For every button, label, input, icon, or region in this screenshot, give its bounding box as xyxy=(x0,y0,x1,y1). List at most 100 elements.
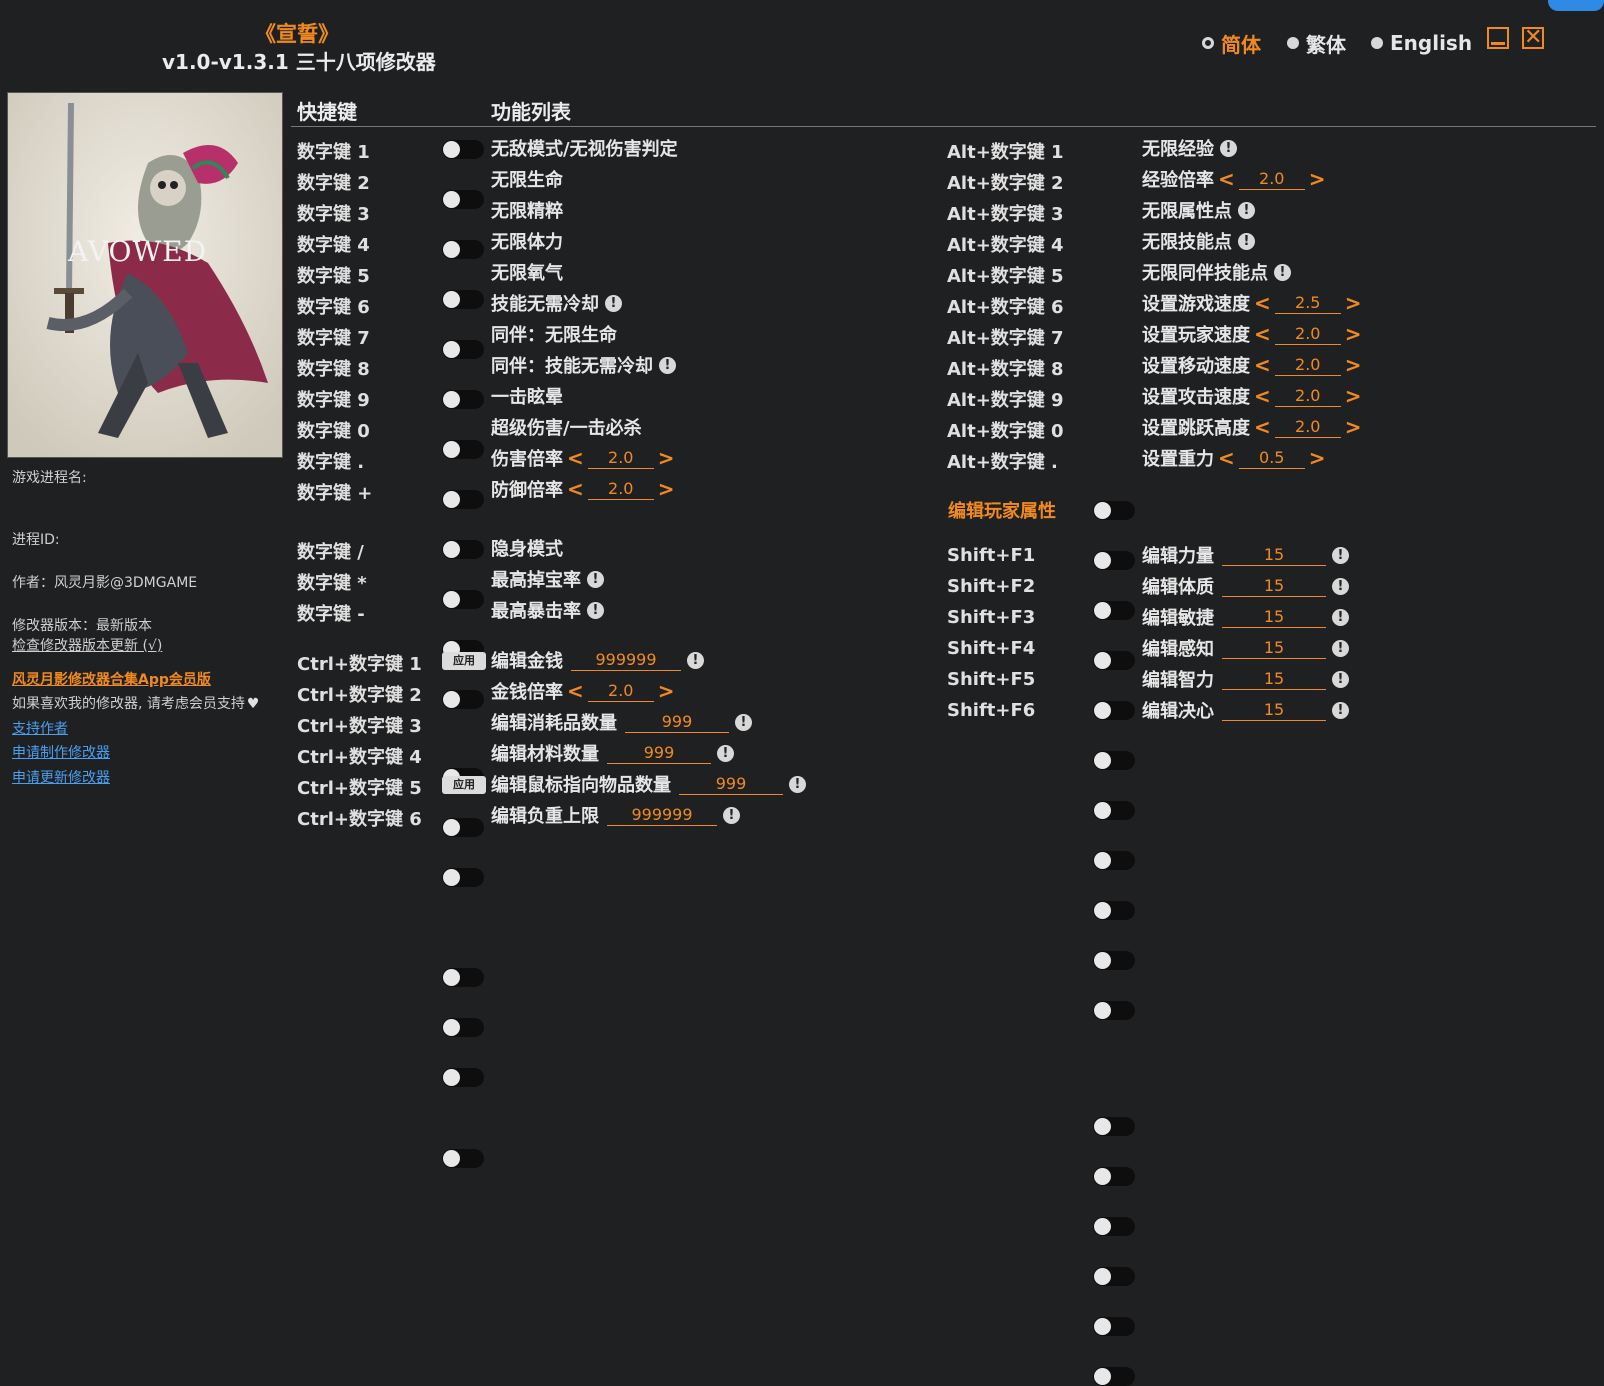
exclamation-info-icon[interactable]: ! xyxy=(735,713,752,731)
feature-toggle[interactable] xyxy=(442,190,484,209)
exclamation-info-icon[interactable]: ! xyxy=(789,775,806,793)
decrease-arrow-icon[interactable]: < xyxy=(567,679,584,703)
close-icon[interactable]: ✕ xyxy=(1522,27,1544,49)
feature-toggle[interactable] xyxy=(442,140,484,159)
stepper-value[interactable]: 2.0 xyxy=(587,448,654,469)
decrease-arrow-icon[interactable]: < xyxy=(1254,322,1271,346)
value-input[interactable]: 999 xyxy=(607,743,711,764)
exclamation-info-icon[interactable]: ! xyxy=(587,601,604,619)
stepper-value[interactable]: 2.0 xyxy=(1274,417,1341,438)
increase-arrow-icon[interactable]: > xyxy=(1345,353,1362,377)
value-input[interactable]: 999999 xyxy=(607,805,717,826)
exclamation-info-icon[interactable]: ! xyxy=(1332,546,1349,564)
request-update-link[interactable]: 申请更新修改器 xyxy=(12,767,110,787)
lang-english-radio[interactable]: English xyxy=(1371,30,1472,56)
feature-toggle[interactable] xyxy=(442,240,484,259)
feature-toggle[interactable] xyxy=(442,390,484,409)
feature-toggle[interactable] xyxy=(1093,851,1135,870)
exclamation-info-icon[interactable]: ! xyxy=(1332,608,1349,626)
decrease-arrow-icon[interactable]: < xyxy=(1218,446,1235,470)
increase-arrow-icon[interactable]: > xyxy=(658,446,675,470)
decrease-arrow-icon[interactable]: < xyxy=(567,477,584,501)
value-input[interactable]: 15 xyxy=(1222,607,1326,628)
feature-toggle[interactable] xyxy=(1093,951,1135,970)
feature-toggle[interactable] xyxy=(1093,751,1135,770)
decrease-arrow-icon[interactable]: < xyxy=(1254,291,1271,315)
stepper-value[interactable]: 2.0 xyxy=(1274,324,1341,345)
exclamation-info-icon[interactable]: ! xyxy=(717,744,734,762)
feature-toggle[interactable] xyxy=(442,540,484,559)
stepper-value[interactable]: 0.5 xyxy=(1238,448,1305,469)
feature-toggle[interactable] xyxy=(1093,1217,1135,1236)
feature-toggle[interactable] xyxy=(1093,901,1135,920)
feature-toggle[interactable] xyxy=(442,868,484,887)
app-member-link[interactable]: 风灵月影修改器合集App会员版 xyxy=(12,669,211,689)
exclamation-info-icon[interactable]: ! xyxy=(723,806,740,824)
stepper-value[interactable]: 2.5 xyxy=(1274,293,1341,314)
check-update-link[interactable]: 检查修改器版本更新 (√) xyxy=(12,635,162,655)
value-input[interactable]: 999 xyxy=(679,774,783,795)
feature-toggle[interactable] xyxy=(1093,1167,1135,1186)
feature-toggle[interactable] xyxy=(1093,1117,1135,1136)
exclamation-info-icon[interactable]: ! xyxy=(605,294,622,312)
decrease-arrow-icon[interactable]: < xyxy=(1218,167,1235,191)
increase-arrow-icon[interactable]: > xyxy=(1309,167,1326,191)
feature-toggle[interactable] xyxy=(442,490,484,509)
feature-toggle[interactable] xyxy=(442,1018,484,1037)
value-input[interactable]: 15 xyxy=(1222,576,1326,597)
stepper-value[interactable]: 2.0 xyxy=(1274,386,1341,407)
increase-arrow-icon[interactable]: > xyxy=(1345,415,1362,439)
feature-toggle[interactable] xyxy=(1093,601,1135,620)
decrease-arrow-icon[interactable]: < xyxy=(567,446,584,470)
value-input[interactable]: 15 xyxy=(1222,669,1326,690)
increase-arrow-icon[interactable]: > xyxy=(1309,446,1326,470)
feature-toggle[interactable] xyxy=(442,340,484,359)
apply-button[interactable]: 应用 xyxy=(442,776,486,794)
increase-arrow-icon[interactable]: > xyxy=(1345,384,1362,408)
lang-traditional-radio[interactable]: 繁体 xyxy=(1287,30,1346,57)
feature-toggle[interactable] xyxy=(442,590,484,609)
exclamation-info-icon[interactable]: ! xyxy=(1332,577,1349,595)
apply-button[interactable]: 应用 xyxy=(442,652,486,670)
increase-arrow-icon[interactable]: > xyxy=(658,679,675,703)
value-input[interactable]: 15 xyxy=(1222,700,1326,721)
feature-toggle[interactable] xyxy=(1093,1267,1135,1286)
stepper-value[interactable]: 2.0 xyxy=(587,479,654,500)
feature-toggle[interactable] xyxy=(442,1149,484,1168)
feature-toggle[interactable] xyxy=(1093,801,1135,820)
request-trainer-link[interactable]: 申请制作修改器 xyxy=(12,742,110,762)
minimize-icon[interactable] xyxy=(1487,27,1509,49)
exclamation-info-icon[interactable]: ! xyxy=(1332,639,1349,657)
exclamation-info-icon[interactable]: ! xyxy=(587,570,604,588)
feature-toggle[interactable] xyxy=(442,818,484,837)
exclamation-info-icon[interactable]: ! xyxy=(1220,139,1237,157)
feature-toggle[interactable] xyxy=(442,440,484,459)
support-author-link[interactable]: 支持作者 xyxy=(12,718,68,738)
exclamation-info-icon[interactable]: ! xyxy=(1332,701,1349,719)
feature-toggle[interactable] xyxy=(1093,1317,1135,1336)
decrease-arrow-icon[interactable]: < xyxy=(1254,415,1271,439)
feature-toggle[interactable] xyxy=(1093,501,1135,520)
feature-toggle[interactable] xyxy=(1093,701,1135,720)
value-input[interactable]: 15 xyxy=(1222,545,1326,566)
exclamation-info-icon[interactable]: ! xyxy=(687,651,704,669)
feature-toggle[interactable] xyxy=(442,290,484,309)
stepper-value[interactable]: 2.0 xyxy=(1238,169,1305,190)
feature-toggle[interactable] xyxy=(1093,1001,1135,1020)
feature-toggle[interactable] xyxy=(442,968,484,987)
decrease-arrow-icon[interactable]: < xyxy=(1254,384,1271,408)
exclamation-info-icon[interactable]: ! xyxy=(1238,201,1255,219)
feature-toggle[interactable] xyxy=(1093,551,1135,570)
lang-simplified-radio[interactable]: 简体 xyxy=(1202,30,1261,57)
exclamation-info-icon[interactable]: ! xyxy=(1238,232,1255,250)
exclamation-info-icon[interactable]: ! xyxy=(1274,263,1291,281)
value-input[interactable]: 999999 xyxy=(571,650,681,671)
increase-arrow-icon[interactable]: > xyxy=(1345,291,1362,315)
stepper-value[interactable]: 2.0 xyxy=(1274,355,1341,376)
feature-toggle[interactable] xyxy=(442,690,484,709)
feature-toggle[interactable] xyxy=(1093,1367,1135,1386)
feature-toggle[interactable] xyxy=(1093,651,1135,670)
increase-arrow-icon[interactable]: > xyxy=(1345,322,1362,346)
exclamation-info-icon[interactable]: ! xyxy=(1332,670,1349,688)
decrease-arrow-icon[interactable]: < xyxy=(1254,353,1271,377)
